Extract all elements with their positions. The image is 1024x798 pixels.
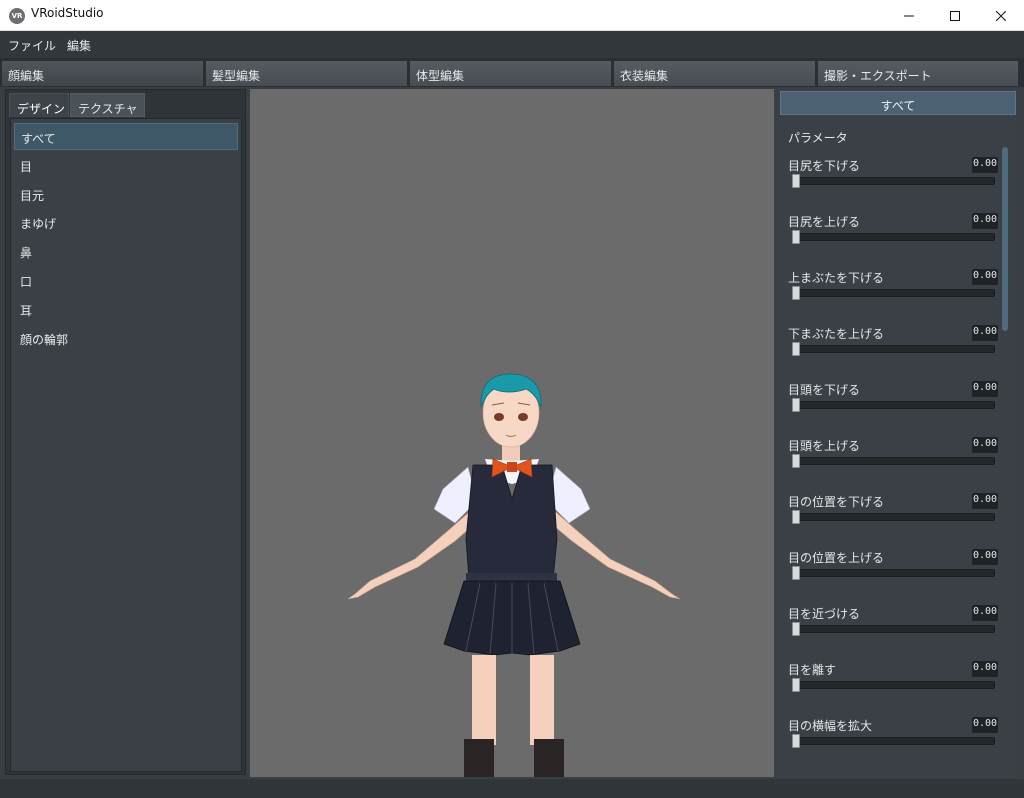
category-list: すべて 目 目元 まゆげ 鼻 口 耳 顔の輪郭 <box>10 118 242 772</box>
params-scrollbar[interactable] <box>1002 147 1008 331</box>
param-value[interactable]: 0.00 <box>972 605 998 621</box>
section-title: パラメータ <box>788 131 848 145</box>
slider-track[interactable] <box>792 345 995 353</box>
category-eyes[interactable]: 目 <box>14 152 238 179</box>
category-mouth[interactable]: 口 <box>14 267 238 294</box>
param-value[interactable]: 0.00 <box>972 213 998 229</box>
param-label: 目尻を上げる <box>788 215 861 229</box>
param-row: 上まぶたを下げる 0.00 <box>788 269 1000 319</box>
param-label: 目の位置を上げる <box>788 551 885 565</box>
left-panel: デザイン テクスチャ すべて 目 目元 まゆげ 鼻 口 耳 顔の輪郭 <box>5 89 246 775</box>
slider-handle[interactable] <box>792 734 800 748</box>
tab-face-edit[interactable]: 顔編集 <box>2 61 204 86</box>
slider-track[interactable] <box>792 177 995 185</box>
menu-bar: ファイル 編集 <box>0 31 1024 58</box>
close-icon <box>996 10 1006 21</box>
minimize-icon <box>904 15 914 16</box>
category-face-outline[interactable]: 顔の輪郭 <box>14 325 238 352</box>
slider-track[interactable] <box>792 737 995 745</box>
param-label: 目の位置を下げる <box>788 495 885 509</box>
subtab-design[interactable]: デザイン <box>9 93 69 117</box>
right-panel-header[interactable]: すべて <box>780 91 1016 115</box>
param-label: 目を近づける <box>788 607 861 621</box>
tab-photo-export[interactable]: 撮影・エクスポート <box>818 61 1019 86</box>
param-value[interactable]: 0.00 <box>972 549 998 565</box>
category-eyebrows[interactable]: まゆげ <box>14 209 238 236</box>
param-row: 目の位置を下げる 0.00 <box>788 493 1000 543</box>
param-row: 目尻を上げる 0.00 <box>788 213 1000 263</box>
param-label: 上まぶたを下げる <box>788 271 885 285</box>
category-all[interactable]: すべて <box>14 123 238 150</box>
param-row: 目を離す 0.00 <box>788 661 1000 711</box>
param-label: 目尻を下げる <box>788 159 861 173</box>
category-eye-area[interactable]: 目元 <box>14 181 238 208</box>
slider-handle[interactable] <box>792 510 800 524</box>
slider-handle[interactable] <box>792 678 800 692</box>
main-tab-bar: 顔編集 髪型編集 体型編集 衣装編集 撮影・エクスポート <box>0 58 1024 87</box>
slider-track[interactable] <box>792 625 995 633</box>
minimize-button[interactable] <box>886 0 932 31</box>
param-value[interactable]: 0.00 <box>972 493 998 509</box>
close-button[interactable] <box>978 0 1024 31</box>
status-bar <box>0 779 1024 798</box>
param-value[interactable]: 0.00 <box>972 157 998 173</box>
param-row: 目頭を上げる 0.00 <box>788 437 1000 487</box>
tab-hair-edit[interactable]: 髪型編集 <box>206 61 408 86</box>
slider-handle[interactable] <box>792 454 800 468</box>
tab-outfit-edit[interactable]: 衣装編集 <box>614 61 816 86</box>
slider-handle[interactable] <box>792 174 800 188</box>
slider-track[interactable] <box>792 233 995 241</box>
slider-handle[interactable] <box>792 286 800 300</box>
slider-handle[interactable] <box>792 398 800 412</box>
slider-track[interactable] <box>792 401 995 409</box>
maximize-button[interactable] <box>932 0 978 31</box>
subtab-texture[interactable]: テクスチャ <box>70 93 145 117</box>
param-label: 目頭を上げる <box>788 439 861 453</box>
param-value[interactable]: 0.00 <box>972 717 998 733</box>
param-label: 目を離す <box>788 663 837 677</box>
param-row: 目尻を下げる 0.00 <box>788 157 1000 207</box>
param-value[interactable]: 0.00 <box>972 381 998 397</box>
menu-edit[interactable]: 編集 <box>67 37 91 54</box>
slider-handle[interactable] <box>792 566 800 580</box>
param-label: 目頭を下げる <box>788 383 861 397</box>
slider-track[interactable] <box>792 289 995 297</box>
slider-handle[interactable] <box>792 622 800 636</box>
menu-file[interactable]: ファイル <box>8 37 56 54</box>
3d-viewport[interactable] <box>250 89 774 777</box>
param-label: 下まぶたを上げる <box>788 327 885 341</box>
character-model <box>347 373 681 777</box>
window-title: VRoidStudio <box>31 6 104 20</box>
slider-track[interactable] <box>792 457 995 465</box>
param-value[interactable]: 0.00 <box>972 325 998 341</box>
param-value[interactable]: 0.00 <box>972 661 998 677</box>
tab-body-edit[interactable]: 体型編集 <box>410 61 612 86</box>
title-bar: VR VRoidStudio <box>0 0 1024 31</box>
param-value[interactable]: 0.00 <box>972 269 998 285</box>
param-row: 目頭を下げる 0.00 <box>788 381 1000 431</box>
slider-handle[interactable] <box>792 230 800 244</box>
category-nose[interactable]: 鼻 <box>14 238 238 265</box>
slider-track[interactable] <box>792 569 995 577</box>
slider-handle[interactable] <box>792 342 800 356</box>
param-row: 下まぶたを上げる 0.00 <box>788 325 1000 375</box>
param-value[interactable]: 0.00 <box>972 437 998 453</box>
param-row: 目の位置を上げる 0.00 <box>788 549 1000 599</box>
param-row: 目の横幅を拡大 0.00 <box>788 717 1000 767</box>
category-ears[interactable]: 耳 <box>14 296 238 323</box>
slider-track[interactable] <box>792 513 995 521</box>
param-row: 目を近づける 0.00 <box>788 605 1000 655</box>
param-label: 目の横幅を拡大 <box>788 719 873 733</box>
app-icon: VR <box>9 8 25 24</box>
right-panel: すべて パラメータ 目尻を下げる 0.00 目尻を上げる 0.00 上まぶたを下… <box>778 89 1018 777</box>
maximize-icon <box>950 10 960 21</box>
slider-track[interactable] <box>792 681 995 689</box>
